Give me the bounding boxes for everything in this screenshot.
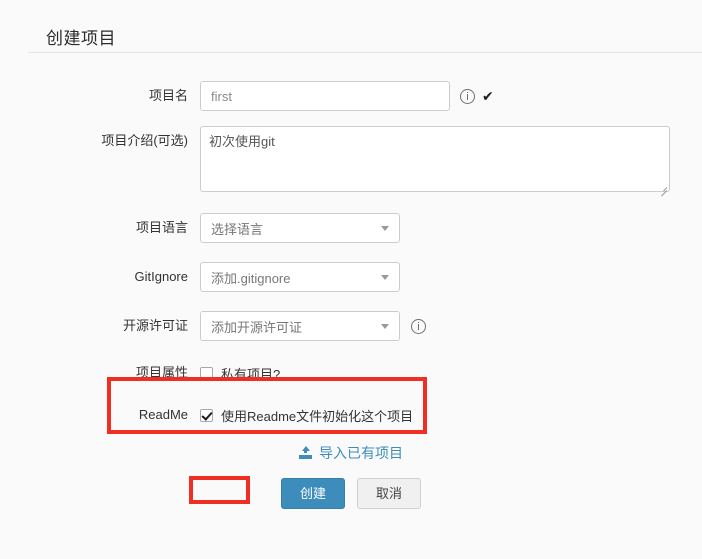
page-title: 创建项目 [46, 29, 116, 48]
chevron-down-icon [381, 275, 389, 280]
import-existing-project-link[interactable]: 导入已有项目 [299, 443, 403, 463]
upload-icon [299, 446, 312, 460]
private-project-checkbox[interactable] [200, 366, 213, 380]
project-name-input[interactable] [200, 81, 450, 111]
cancel-button[interactable]: 取消 [357, 478, 422, 509]
check-mark-icon: ✔ [482, 88, 494, 104]
language-select[interactable]: 选择语言 [200, 213, 400, 243]
gitignore-label: GitIgnore [134, 269, 188, 284]
create-project-page: 创建项目 项目名 ✔ 项目介绍(可选) 项目语言 选择语言 GitIgnore … [0, 0, 702, 559]
description-textarea-wrap [200, 126, 670, 197]
field-row-description: 项目介绍(可选) [45, 126, 670, 197]
import-link-label: 导入已有项目 [319, 445, 403, 461]
field-row-license: 开源许可证 添加开源许可证 [45, 311, 426, 341]
title-divider [28, 52, 702, 53]
field-row-visibility: 项目属性 私有项目? [45, 358, 280, 388]
description-label: 项目介绍(可选) [101, 133, 188, 148]
gitignore-select-value: 添加.gitignore [211, 270, 291, 286]
form-actions: 创建 取消 [0, 478, 702, 509]
language-label: 项目语言 [135, 220, 188, 235]
language-select-value: 选择语言 [211, 221, 264, 237]
chevron-down-icon [381, 226, 389, 231]
license-select-value: 添加开源许可证 [211, 319, 303, 335]
description-textarea[interactable] [200, 126, 670, 192]
license-label: 开源许可证 [122, 318, 188, 333]
license-info-wrap [411, 311, 426, 341]
project-name-label: 项目名 [148, 88, 188, 103]
create-button[interactable]: 创建 [280, 478, 345, 509]
readme-checkbox[interactable] [200, 408, 213, 422]
private-project-checkbox-label: 私有项目? [221, 366, 281, 382]
gitignore-select[interactable]: 添加.gitignore [200, 262, 400, 292]
field-row-gitignore: GitIgnore 添加.gitignore [45, 262, 400, 292]
field-row-readme: ReadMe 使用Readme文件初始化这个项目 [45, 400, 413, 430]
visibility-label: 项目属性 [135, 365, 188, 380]
info-circle-icon[interactable] [460, 88, 475, 104]
readme-checkbox-row[interactable]: 使用Readme文件初始化这个项目 [200, 405, 413, 425]
chevron-down-icon [381, 324, 389, 329]
field-row-language: 项目语言 选择语言 [45, 213, 400, 243]
info-circle-icon[interactable] [411, 318, 426, 334]
field-row-project-name: 项目名 ✔ [45, 81, 494, 111]
project-name-status-icons: ✔ [460, 81, 494, 111]
readme-label: ReadMe [138, 407, 188, 422]
readme-checkbox-label: 使用Readme文件初始化这个项目 [221, 408, 414, 424]
private-project-checkbox-row[interactable]: 私有项目? [200, 363, 280, 383]
import-link-row: 导入已有项目 [0, 443, 702, 463]
license-select[interactable]: 添加开源许可证 [200, 311, 400, 341]
